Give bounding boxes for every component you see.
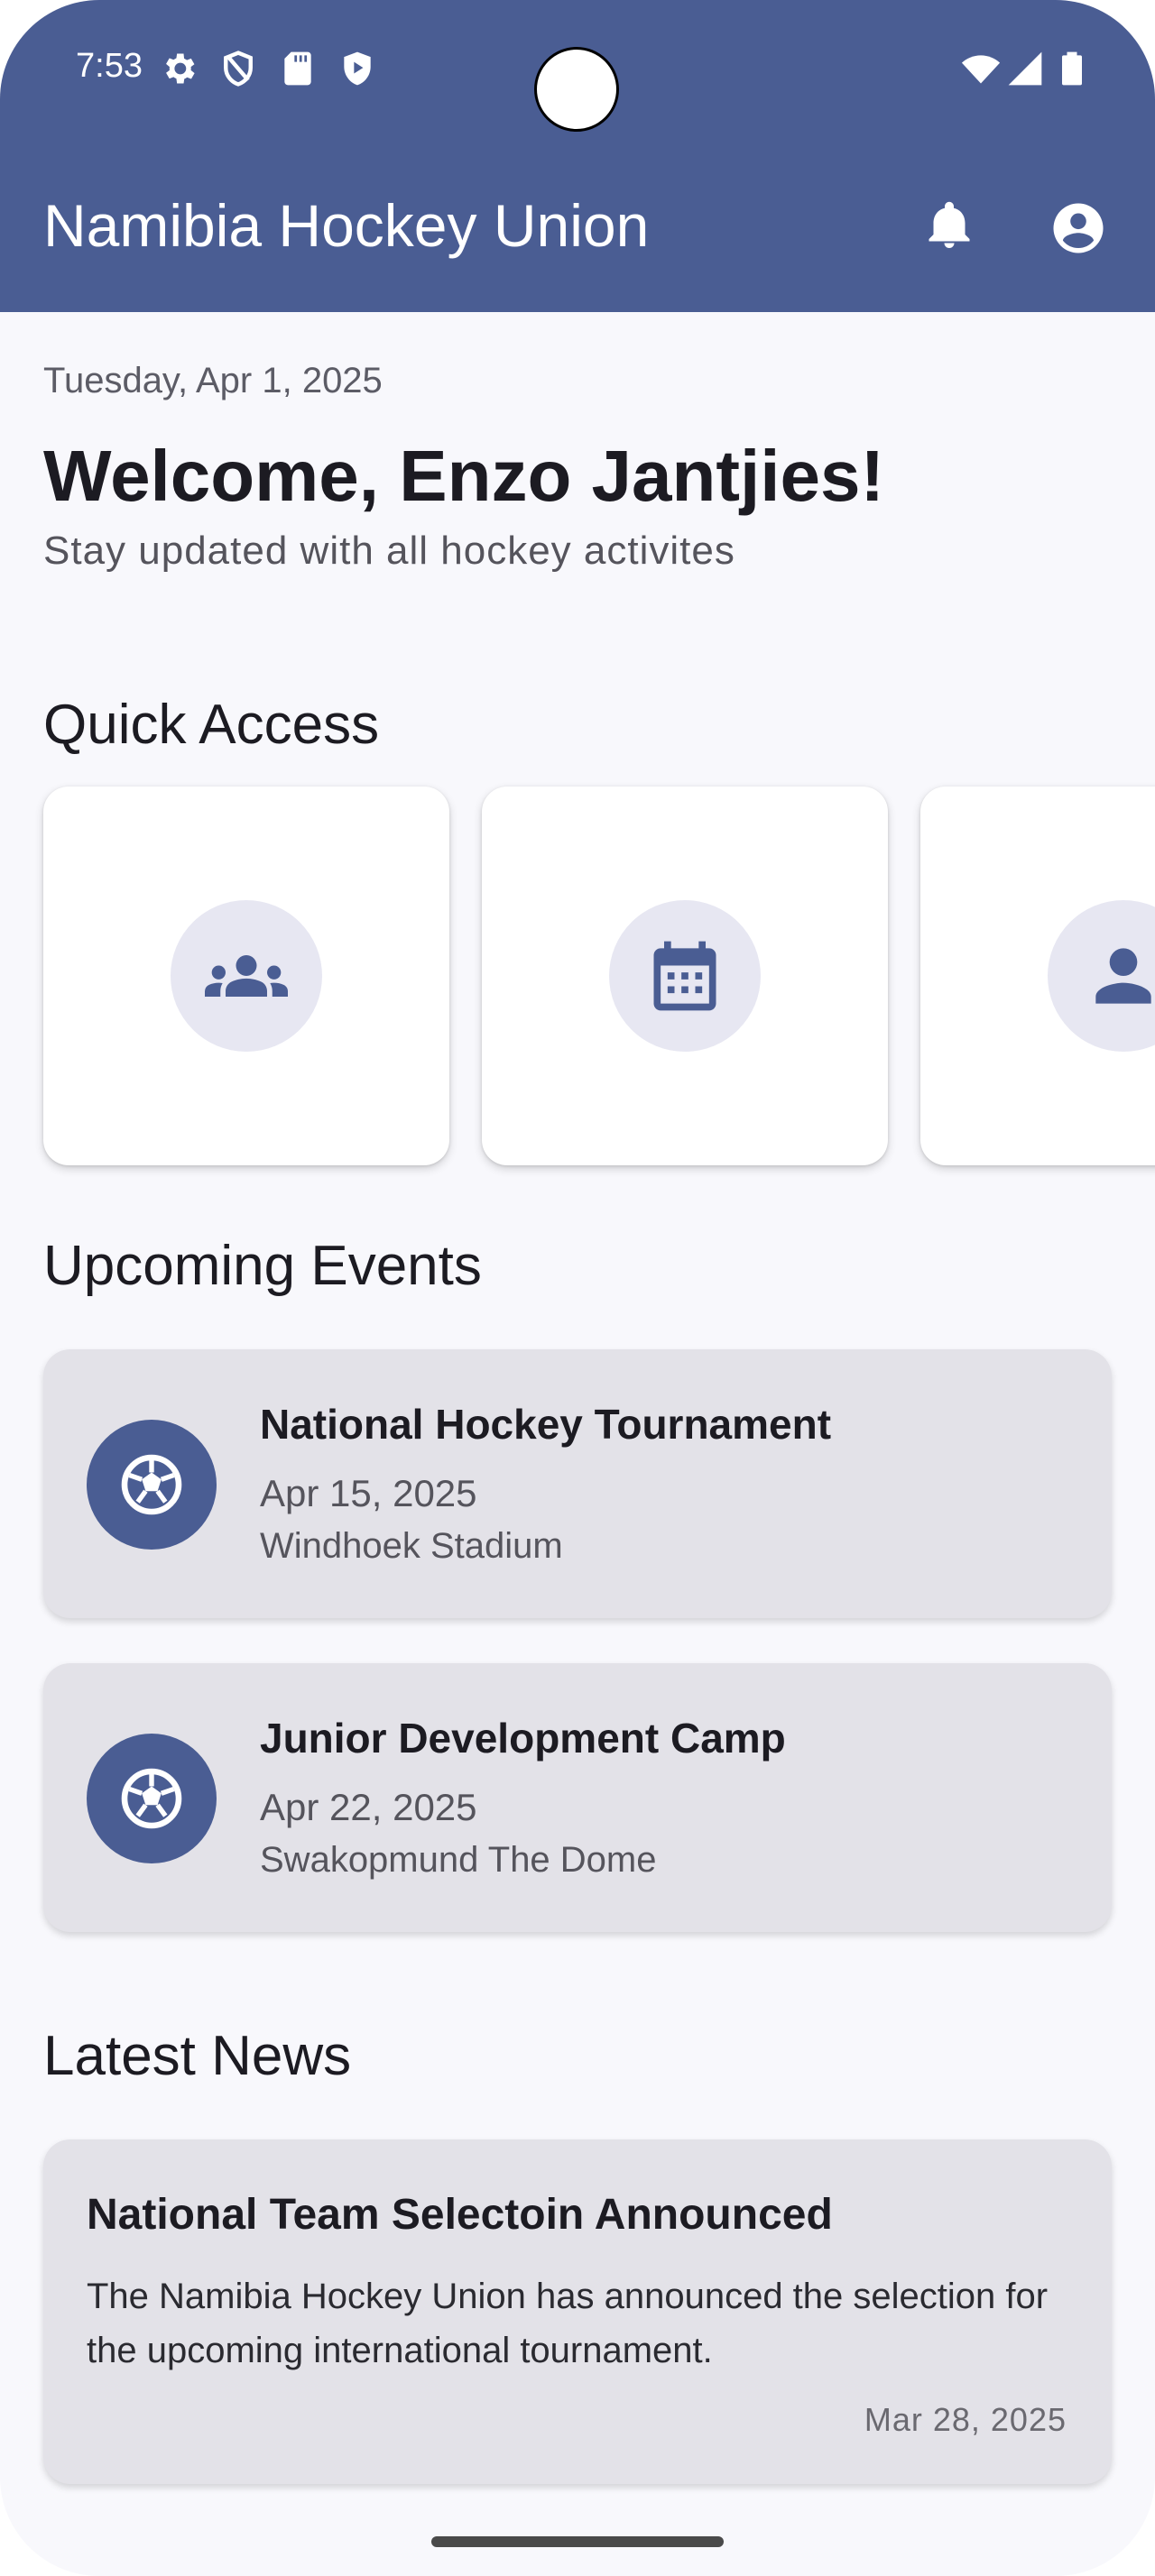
play-shield-icon xyxy=(344,51,371,86)
event-card[interactable]: National Hockey Tournament Apr 15, 2025 … xyxy=(43,1349,1112,1618)
event-venue: Windhoek Stadium xyxy=(260,1526,563,1566)
ball-icon xyxy=(121,1768,182,1829)
signal-icon xyxy=(1008,51,1042,86)
event-title: Junior Development Camp xyxy=(260,1715,786,1762)
app-title: Namibia Hockey Union xyxy=(43,192,650,259)
ball-icon xyxy=(121,1454,182,1515)
shield-icon xyxy=(224,51,253,87)
latest-news-title: Latest News xyxy=(43,2025,352,2087)
calendar-icon xyxy=(653,941,716,1011)
event-date: Apr 15, 2025 xyxy=(260,1472,477,1514)
sd-card-icon xyxy=(284,51,311,86)
person-icon xyxy=(1095,948,1151,1004)
event-card[interactable]: Junior Development Camp Apr 22, 2025 Swa… xyxy=(43,1663,1112,1932)
gear-icon xyxy=(166,53,195,84)
news-title: National Team Selectoin Announced xyxy=(87,2191,833,2239)
news-body: The Namibia Hockey Union has announced t… xyxy=(87,2277,1049,2370)
camera-cutout xyxy=(534,47,619,132)
bell-icon[interactable] xyxy=(922,198,976,253)
top-app-bar: 7:53 Namibia Hockey Union xyxy=(0,0,1155,312)
upcoming-events-title: Upcoming Events xyxy=(43,1235,482,1297)
news-date: Mar 28, 2025 xyxy=(864,2401,1067,2438)
quick-access-title: Quick Access xyxy=(43,694,380,756)
event-icon-circle xyxy=(87,1734,217,1863)
quick-access-card-calendar[interactable] xyxy=(482,787,888,1165)
icon-circle xyxy=(609,900,761,1052)
quick-access-card-teams[interactable] xyxy=(43,787,449,1165)
icon-circle xyxy=(1048,900,1155,1052)
event-venue: Swakopmund The Dome xyxy=(260,1840,657,1880)
status-time: 7:53 xyxy=(76,47,143,85)
phone-screen: 7:53 Namibia Hockey Union Tuesday, Apr 1… xyxy=(0,0,1155,2576)
welcome-subtitle: Stay updated with all hockey activites xyxy=(43,529,735,573)
account-circle-icon[interactable] xyxy=(1049,198,1108,258)
quick-access-card-profile[interactable] xyxy=(920,787,1155,1165)
event-icon-circle xyxy=(87,1420,217,1550)
event-date: Apr 22, 2025 xyxy=(260,1786,477,1828)
wifi-icon xyxy=(961,55,1001,84)
current-date: Tuesday, Apr 1, 2025 xyxy=(43,361,383,400)
groups-icon xyxy=(205,955,288,997)
icon-circle xyxy=(171,900,322,1052)
news-card[interactable]: National Team Selectoin Announced The Na… xyxy=(43,2139,1112,2484)
event-title: National Hockey Tournament xyxy=(260,1401,832,1448)
home-indicator[interactable] xyxy=(431,2536,724,2547)
welcome-heading: Welcome, Enzo Jantjies! xyxy=(43,436,885,516)
battery-icon xyxy=(1062,51,1082,86)
